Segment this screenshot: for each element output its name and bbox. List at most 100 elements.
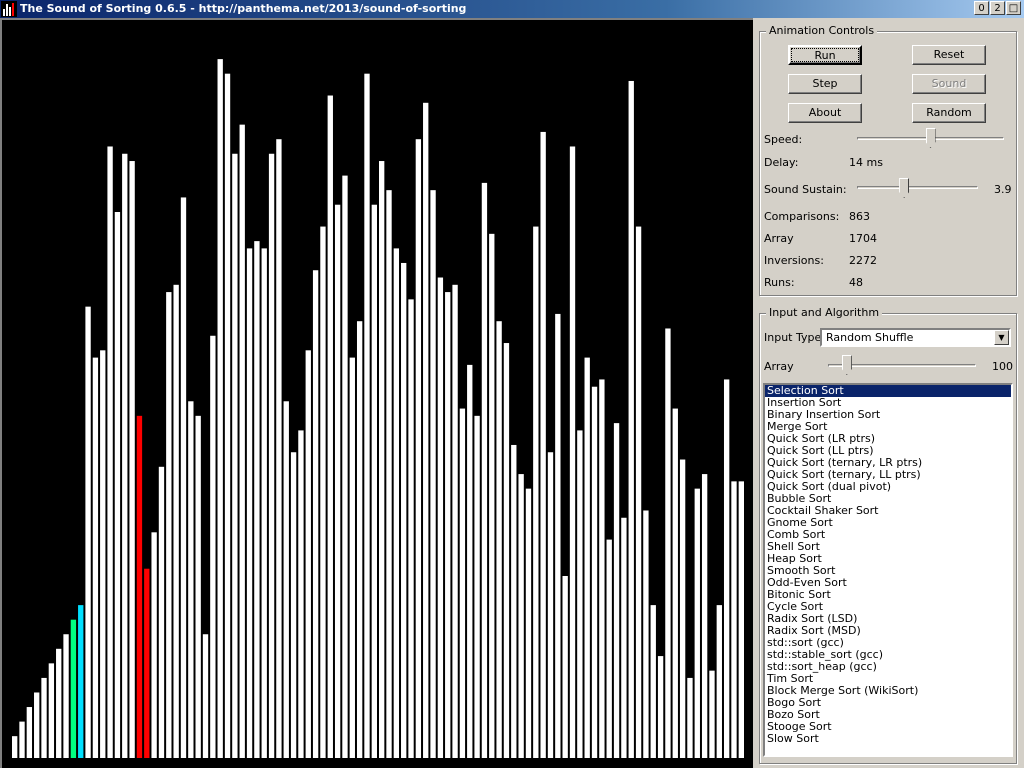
minimize-button[interactable]: 0 [974, 1, 989, 15]
array-bar [481, 182, 488, 758]
input-type-value: Random Shuffle [826, 331, 914, 344]
animation-controls-heading: Animation Controls [766, 24, 878, 37]
array-bar [496, 321, 502, 758]
array-bar [100, 350, 106, 758]
array-bar [672, 408, 678, 758]
array-bar [261, 248, 267, 758]
array-bar [188, 401, 194, 758]
array-bar [547, 452, 554, 758]
sound-sustain-label: Sound Sustain: [764, 183, 847, 196]
array-bar [445, 292, 451, 758]
about-button[interactable]: About [788, 103, 862, 123]
array-bar [386, 190, 392, 758]
array-bar [540, 131, 546, 759]
array-bar [437, 277, 444, 758]
array-bar [452, 284, 458, 758]
array-bar [298, 430, 304, 758]
array-bar [232, 153, 238, 758]
array-bar [327, 95, 333, 758]
random-button[interactable]: Random [912, 103, 986, 123]
runs-value: 48 [849, 276, 863, 289]
array-bar [591, 386, 598, 758]
runs-label: Runs: [764, 276, 795, 289]
array-bar [650, 605, 656, 758]
array-bar [276, 139, 282, 758]
array-bar [173, 284, 179, 758]
array-bar [107, 146, 113, 759]
array-bar [246, 248, 253, 758]
app-icon [1, 1, 17, 17]
sound-button[interactable]: Sound [912, 74, 986, 94]
array-bar [63, 634, 69, 758]
array-bar [679, 459, 686, 758]
array-bar [489, 233, 495, 759]
array-accesses-label: Array [764, 232, 794, 245]
delay-value: 14 ms [849, 156, 883, 169]
array-bar [628, 80, 634, 758]
array-bar [217, 59, 223, 759]
array-bar [195, 415, 201, 758]
reset-button[interactable]: Reset [912, 45, 986, 65]
array-bar [577, 430, 583, 758]
array-bar [334, 204, 341, 759]
maximize-button[interactable]: 2 [990, 1, 1005, 15]
array-bar [643, 510, 649, 758]
array-bar [202, 634, 209, 758]
array-bar [621, 517, 627, 758]
array-bar [415, 139, 422, 758]
array-bar [525, 488, 532, 758]
step-button[interactable]: Step [788, 74, 862, 94]
array-bar [305, 350, 311, 758]
input-algorithm-heading: Input and Algorithm [766, 306, 883, 319]
array-bar [70, 619, 77, 758]
input-type-select[interactable]: Random Shuffle ▼ [820, 328, 1011, 347]
array-bar [254, 241, 260, 758]
array-bar [151, 532, 157, 758]
sort-visualization [0, 18, 753, 768]
input-type-label: Input Type: [764, 331, 825, 344]
inversions-label: Inversions: [764, 254, 824, 267]
run-button[interactable]: Run [788, 45, 862, 65]
array-bar [503, 343, 510, 758]
array-bar [393, 248, 400, 758]
array-size-value: 100 [992, 360, 1013, 373]
array-bar [665, 328, 671, 758]
array-bar [533, 226, 539, 758]
array-bar [12, 736, 18, 758]
array-bar [379, 161, 385, 759]
array-bar [716, 605, 722, 758]
delay-label: Delay: [764, 156, 799, 169]
array-bar [320, 226, 326, 758]
chevron-down-icon[interactable]: ▼ [994, 330, 1009, 345]
array-bar [738, 481, 744, 758]
array-accesses-value: 1704 [849, 232, 877, 245]
array-bar [158, 466, 165, 758]
array-bar [92, 357, 99, 758]
array-bar [342, 175, 348, 759]
array-bar [283, 401, 289, 758]
array-bar [371, 204, 377, 759]
array-size-label: Array [764, 360, 794, 373]
algorithm-list-item[interactable]: Slow Sort [765, 733, 1011, 745]
array-bar [356, 321, 363, 758]
array-bar [599, 379, 605, 758]
close-button[interactable]: □ [1006, 1, 1021, 15]
array-bar [349, 357, 355, 758]
algorithm-list[interactable]: Selection Sort Insertion Sort Binary Inser… [763, 383, 1013, 757]
array-bar [144, 568, 150, 758]
array-bar [136, 415, 143, 758]
array-bar [687, 677, 693, 758]
array-bar [467, 364, 473, 758]
array-bar [709, 670, 715, 758]
array-bar [694, 488, 700, 758]
array-bar [239, 124, 245, 758]
array-bar [85, 306, 91, 758]
array-bar [34, 692, 40, 758]
array-bar [78, 605, 84, 758]
array-bar [606, 539, 612, 758]
array-bar [122, 153, 128, 758]
array-bar [555, 313, 561, 758]
array-bar [701, 474, 708, 758]
sustain-slider-track[interactable] [857, 186, 978, 189]
window-title: The Sound of Sorting 0.6.5 - http://pant… [20, 2, 467, 15]
